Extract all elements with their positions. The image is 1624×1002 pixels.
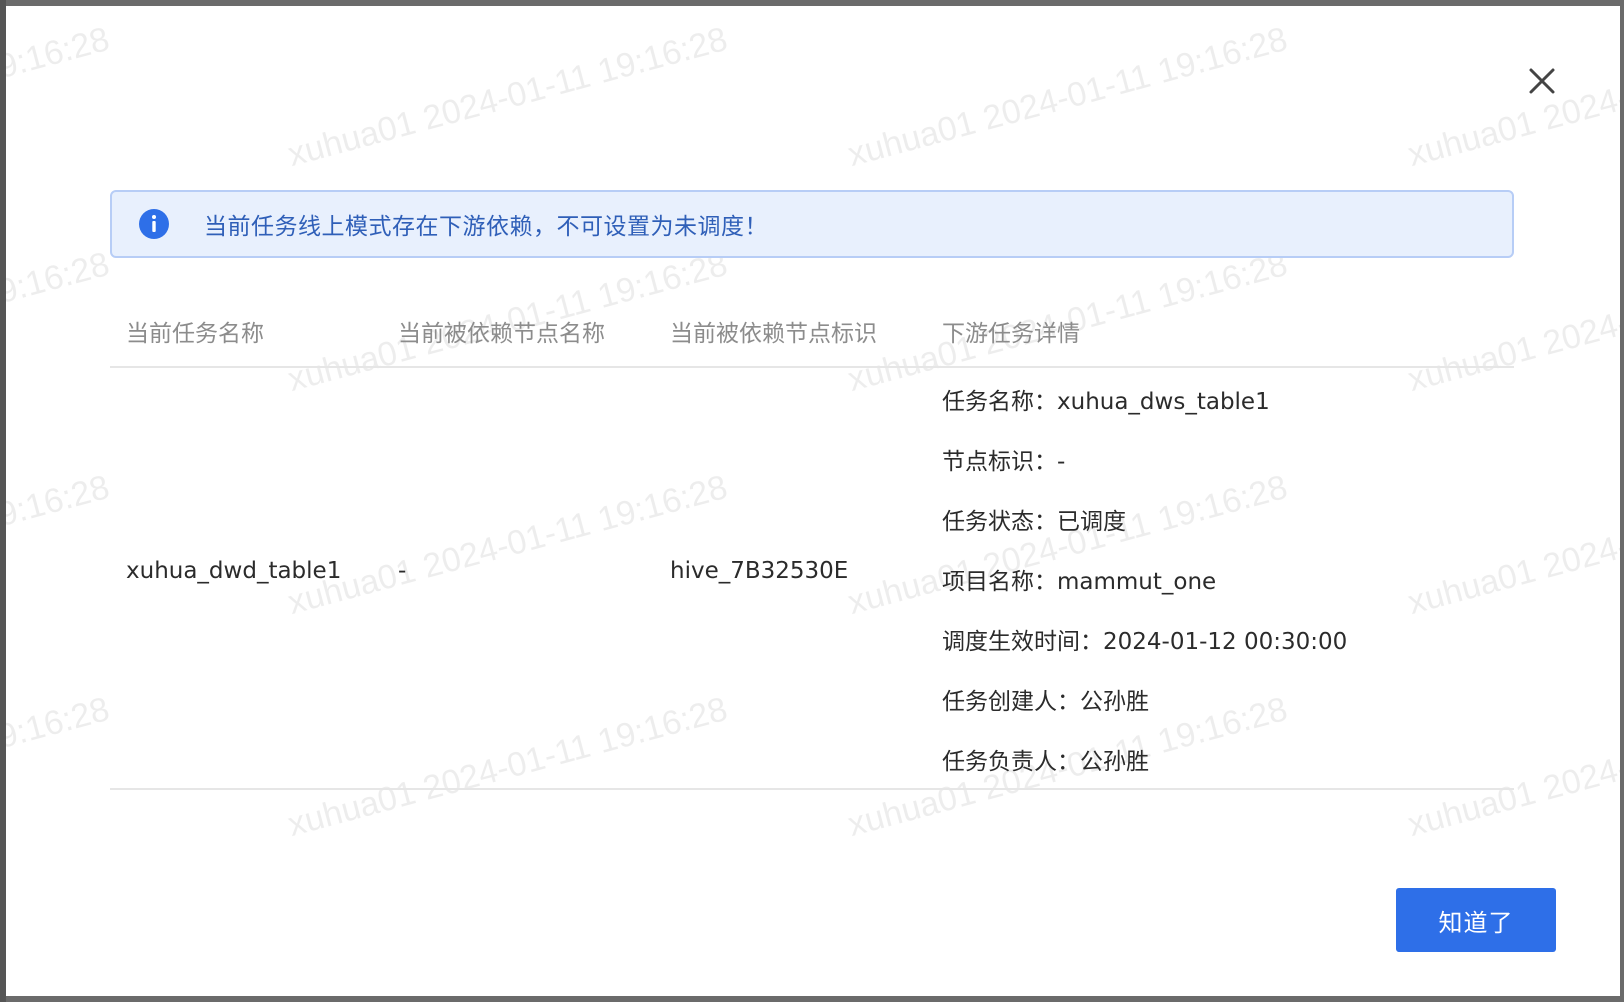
warning-alert: 当前任务线上模式存在下游依赖，不可设置为未调度！ xyxy=(110,190,1514,258)
detail-task-status: 任务状态：已调度 xyxy=(942,509,1126,535)
close-button[interactable] xyxy=(1524,63,1560,99)
alert-message: 当前任务线上模式存在下游依赖，不可设置为未调度！ xyxy=(204,214,768,240)
info-icon xyxy=(139,209,169,239)
table-header: 当前任务名称 当前被依赖节点名称 当前被依赖节点标识 下游任务详情 xyxy=(110,302,1514,368)
acknowledge-button[interactable]: 知道了 xyxy=(1396,888,1556,952)
column-header-task-name: 当前任务名称 xyxy=(126,321,264,347)
watermark: xuhua01 2024-01-11 19:16:28 xyxy=(283,20,732,175)
downstream-details: 任务名称：xuhua_dws_table1 节点标识：- 任务状态：已调度 项目… xyxy=(942,382,1347,802)
watermark: xuhua01 2024-01-11 19:16:28 xyxy=(6,20,114,174)
column-header-node-name: 当前被依赖节点名称 xyxy=(398,321,605,347)
detail-schedule-time: 调度生效时间：2024-01-12 00:30:00 xyxy=(942,629,1348,655)
watermark: xuhua01 2024-01-11 19:16:28 xyxy=(6,468,114,622)
detail-node-id: 节点标识：- xyxy=(942,449,1066,475)
cell-node-name: - xyxy=(398,558,407,584)
close-icon xyxy=(1529,68,1555,94)
dependency-table: 当前任务名称 当前被依赖节点名称 当前被依赖节点标识 下游任务详情 xuhua_… xyxy=(110,302,1514,790)
watermark: xuhua01 2024-01-11 19:16:28 xyxy=(843,20,1292,175)
cell-task-name: xuhua_dwd_table1 xyxy=(126,558,342,584)
column-header-node-id: 当前被依赖节点标识 xyxy=(670,321,877,347)
detail-project-name: 项目名称：mammut_one xyxy=(942,569,1217,595)
table-row: xuhua_dwd_table1 - hive_7B32530E 任务名称：xu… xyxy=(110,368,1514,790)
detail-owner: 任务负责人：公孙胜 xyxy=(942,749,1149,775)
detail-task-name: 任务名称：xuhua_dws_table1 xyxy=(942,389,1270,415)
column-header-downstream-details: 下游任务详情 xyxy=(942,321,1080,347)
watermark: xuhua01 2024-01-11 19:16:28 xyxy=(1403,20,1620,175)
dependency-dialog: xuhua01 2024-01-11 19:16:28 xuhua01 2024… xyxy=(6,6,1620,996)
watermark: xuhua01 2024-01-11 19:16:28 xyxy=(6,690,114,844)
cell-node-id: hive_7B32530E xyxy=(670,558,849,584)
detail-creator: 任务创建人：公孙胜 xyxy=(942,689,1149,715)
watermark: xuhua01 2024-01-11 19:16:28 xyxy=(6,245,114,399)
